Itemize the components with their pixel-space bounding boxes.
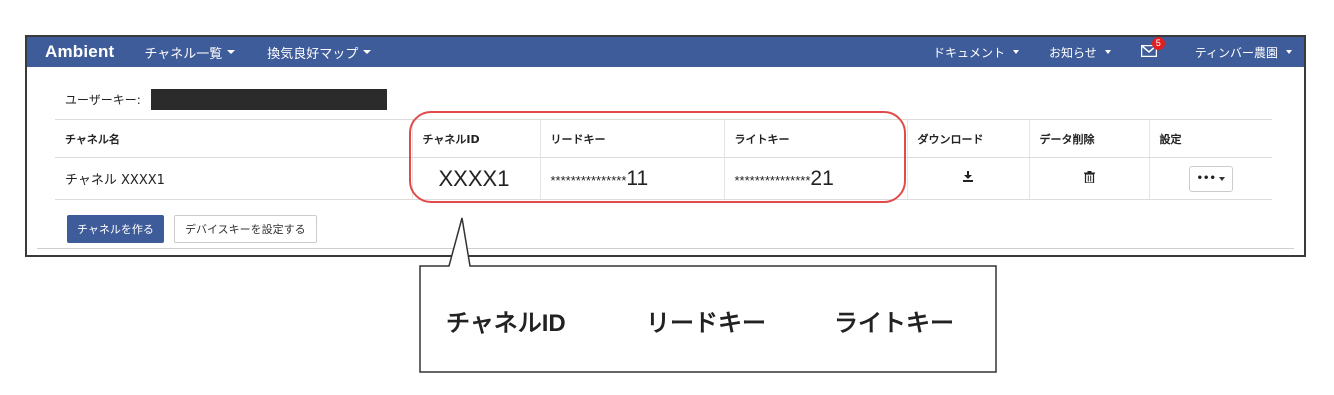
callout-label-read-key: リードキー <box>646 310 766 337</box>
callout-label-write-key: ライトキー <box>834 310 954 337</box>
callout-label-channel-id: チャネルID <box>446 310 566 337</box>
